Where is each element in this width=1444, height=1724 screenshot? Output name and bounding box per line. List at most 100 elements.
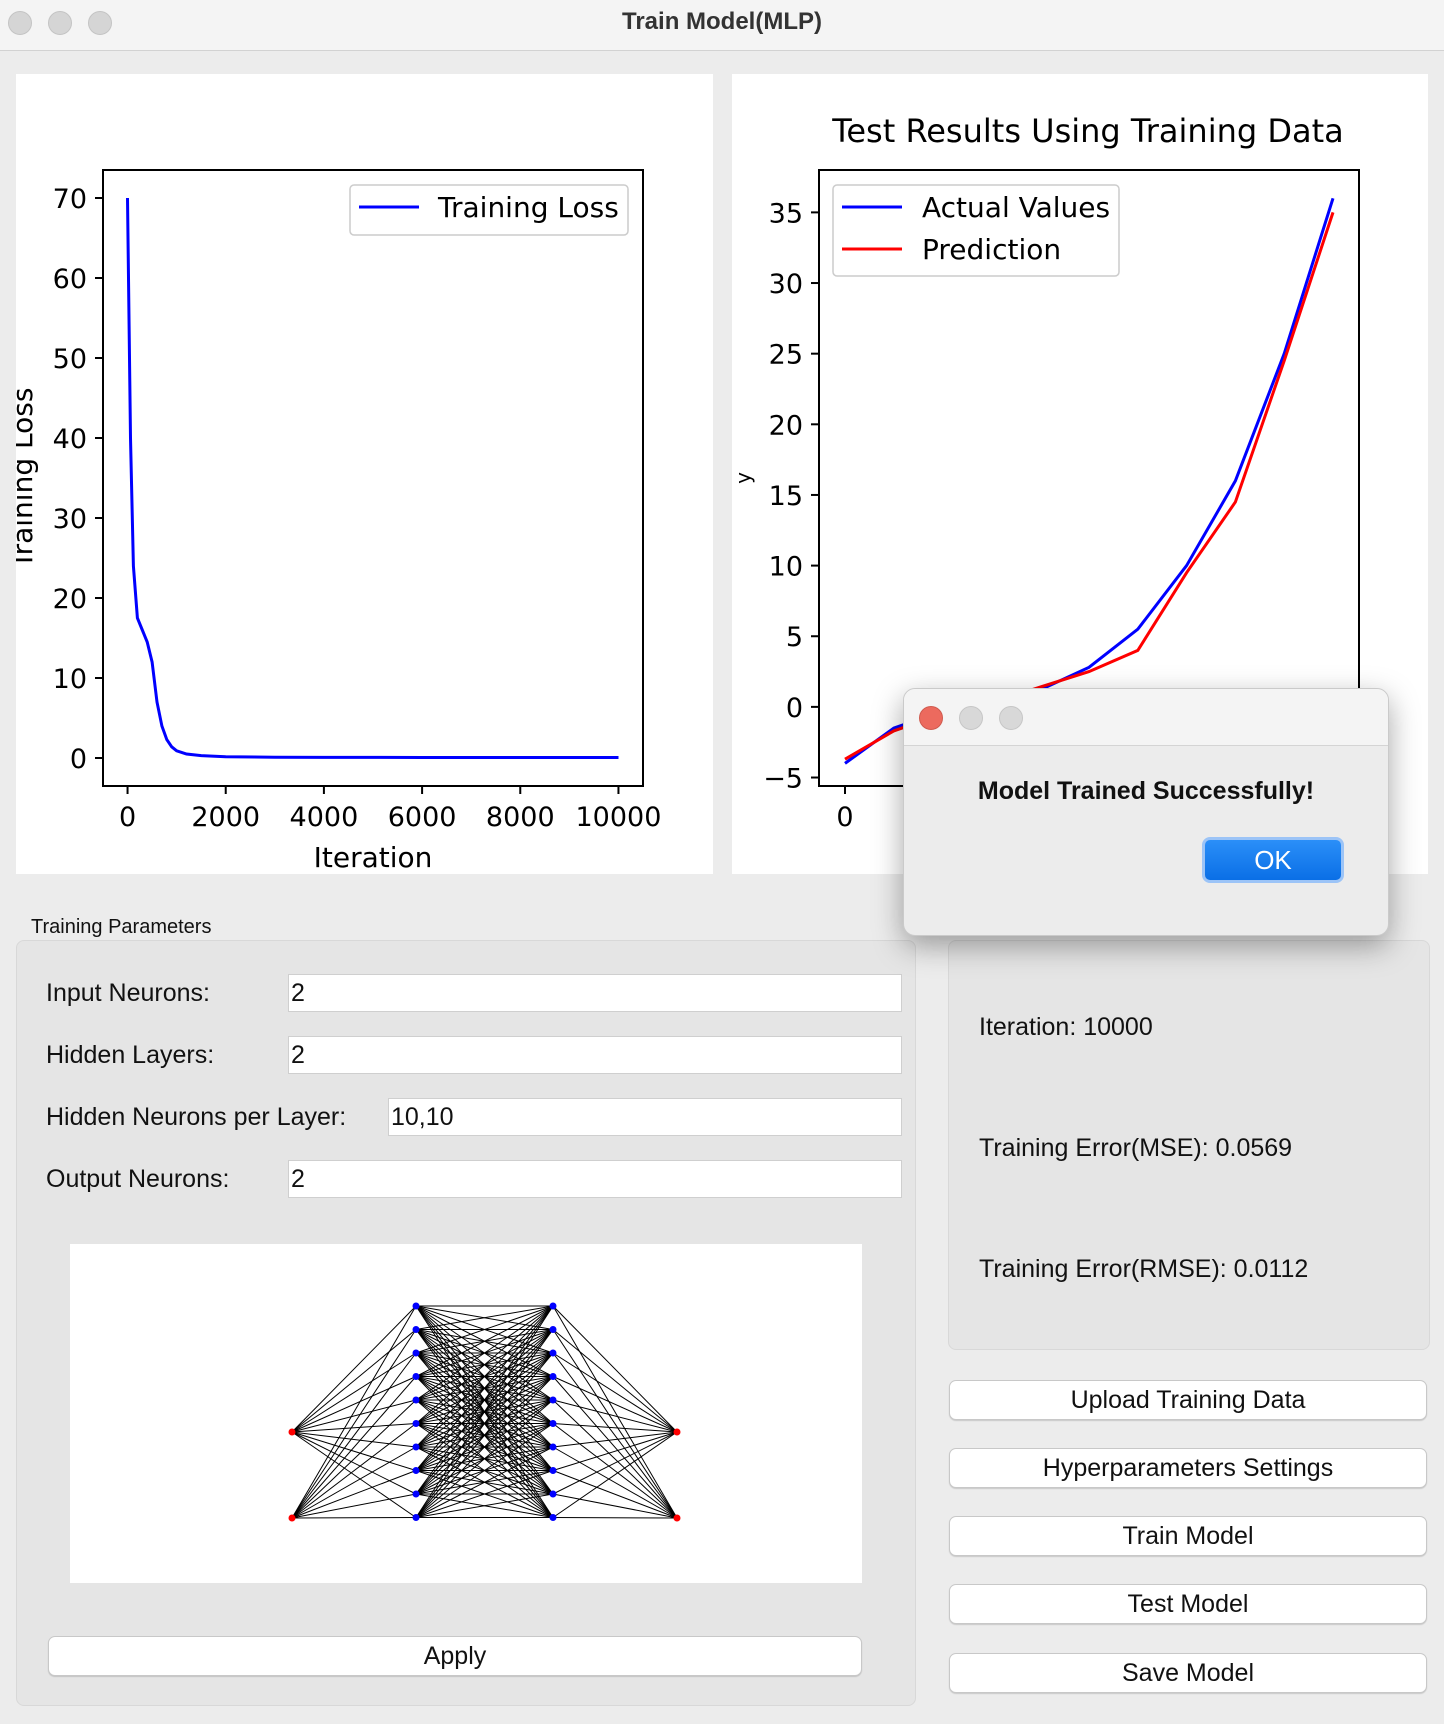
network-edge — [552, 1517, 678, 1519]
network-edge — [291, 1376, 417, 1519]
network-hidden-node — [412, 1467, 420, 1474]
network-hidden-node — [549, 1349, 557, 1357]
network-edge — [552, 1305, 678, 1519]
ok-button[interactable]: OK — [1202, 837, 1344, 883]
loss-x-tick-label: 4000 — [290, 802, 359, 833]
network-edge — [552, 1352, 678, 1519]
network-edge — [291, 1329, 417, 1433]
test-y-tick-label: 15 — [769, 481, 803, 512]
test-chart-title: Test Results Using Training Data — [831, 112, 1344, 150]
test-y-tick-label: −5 — [763, 764, 803, 795]
save-model-button[interactable]: Save Model — [949, 1653, 1427, 1693]
loss-x-tick-label: 10000 — [576, 802, 662, 833]
network-edge — [552, 1352, 678, 1433]
network-io-node — [673, 1428, 681, 1436]
test-y-tick-label: 35 — [769, 198, 803, 229]
hidden-neurons-field[interactable] — [388, 1098, 902, 1136]
dialog-minimize-icon — [959, 706, 983, 730]
network-hidden-node — [412, 1514, 420, 1521]
network-hidden-node — [412, 1490, 420, 1498]
network-hidden-node — [549, 1420, 557, 1427]
loss-y-tick-label: 50 — [53, 344, 87, 375]
legend-label-training-loss: Training Loss — [437, 191, 619, 224]
input-neurons-field[interactable] — [288, 974, 902, 1012]
network-edge — [291, 1446, 417, 1519]
window-titlebar: Train Model(MLP) — [0, 0, 1444, 51]
loss-x-axis-label: Iteration — [314, 841, 433, 874]
network-diagram-panel — [70, 1244, 862, 1583]
train-model-button[interactable]: Train Model — [949, 1516, 1427, 1556]
test-y-tick-label: 10 — [769, 552, 803, 583]
loss-x-tick-label: 8000 — [486, 802, 555, 833]
window-title: Train Model(MLP) — [622, 8, 822, 35]
test-y-tick-label: 30 — [769, 269, 803, 300]
network-hidden-node — [412, 1302, 420, 1310]
success-dialog: Model Trained Successfully! OK — [903, 688, 1389, 936]
network-edge — [552, 1376, 678, 1519]
network-hidden-node — [549, 1302, 557, 1310]
network-io-node — [288, 1428, 296, 1436]
loss-y-tick-label: 10 — [53, 664, 87, 695]
network-edge — [291, 1305, 417, 1519]
network-hidden-node — [412, 1373, 420, 1380]
network-edge — [291, 1423, 417, 1433]
network-edge — [552, 1446, 678, 1519]
network-edge — [291, 1352, 417, 1433]
test-model-button[interactable]: Test Model — [949, 1584, 1427, 1624]
test-x-tick-label: 0 — [836, 802, 853, 833]
network-io-node — [288, 1514, 296, 1522]
rmse-readout: Training Error(RMSE): 0.0112 — [979, 1255, 1309, 1283]
loss-plot-frame — [102, 169, 644, 787]
network-edge — [552, 1305, 678, 1433]
loss-y-tick-label: 30 — [53, 504, 87, 535]
training-information-group: Iteration: 10000 Training Error(MSE): 0.… — [948, 940, 1430, 1350]
loss-y-tick-label: 70 — [53, 184, 87, 215]
loss-x-tick-label: 2000 — [191, 802, 260, 833]
legend-label-prediction: Prediction — [922, 233, 1061, 266]
input-neurons-label: Input Neurons: — [46, 979, 210, 1007]
apply-button[interactable]: Apply — [48, 1636, 862, 1676]
network-hidden-node — [549, 1326, 557, 1333]
loss-x-tick-label: 6000 — [388, 802, 457, 833]
network-edge — [291, 1431, 417, 1495]
hidden-layers-field[interactable] — [288, 1036, 902, 1074]
loss-y-tick-label: 60 — [53, 264, 87, 295]
iteration-readout: Iteration: 10000 — [979, 1013, 1153, 1041]
upload-training-data-button[interactable]: Upload Training Data — [949, 1380, 1427, 1420]
legend-label-actual-values: Actual Values — [922, 191, 1110, 224]
network-io-node — [673, 1514, 681, 1522]
loss-chart-panel: 0 2000 4000 6000 8000 10000 0 10 20 30 40 50 60 70 T… — [6, 74, 713, 874]
dialog-close-icon[interactable] — [919, 706, 943, 730]
network-hidden-node — [412, 1326, 420, 1333]
mse-readout: Training Error(MSE): 0.0569 — [979, 1134, 1293, 1162]
loss-y-axis-label: Training Loss — [16, 388, 39, 570]
network-edge — [291, 1352, 417, 1519]
test-y-tick-label: 25 — [769, 340, 803, 371]
loss-y-tick-label: 20 — [53, 584, 87, 615]
network-hidden-node — [412, 1443, 420, 1451]
dialog-titlebar — [904, 689, 1388, 746]
loss-y-tick-label: 40 — [53, 424, 87, 455]
output-neurons-field[interactable] — [288, 1160, 902, 1198]
network-hidden-node — [549, 1467, 557, 1474]
network-hidden-node — [412, 1420, 420, 1427]
hyperparameters-settings-button[interactable]: Hyperparameters Settings — [949, 1448, 1427, 1488]
training-parameters-group: Input Neurons: Hidden Layers: Hidden Neu… — [16, 940, 916, 1706]
network-hidden-node — [549, 1514, 557, 1521]
network-edge — [552, 1431, 678, 1495]
network-edge — [552, 1399, 678, 1519]
test-y-tick-label: 0 — [786, 693, 803, 724]
test-y-tick-label: 20 — [769, 410, 803, 441]
dialog-zoom-icon — [999, 706, 1023, 730]
loss-chart: 0 2000 4000 6000 8000 10000 0 10 20 30 40 50 60 70 T… — [6, 169, 662, 874]
dialog-message: Model Trained Successfully! — [977, 777, 1315, 805]
network-hidden-node — [549, 1373, 557, 1380]
network-edge — [552, 1423, 678, 1433]
network-diagram — [288, 1302, 681, 1522]
network-edge — [552, 1470, 678, 1519]
hidden-neurons-label: Hidden Neurons per Layer: — [46, 1103, 347, 1131]
network-hidden-node — [549, 1396, 557, 1404]
network-hidden-node — [549, 1443, 557, 1451]
training-parameters-label: Training Parameters — [31, 916, 212, 938]
hidden-layers-label: Hidden Layers: — [46, 1041, 215, 1069]
